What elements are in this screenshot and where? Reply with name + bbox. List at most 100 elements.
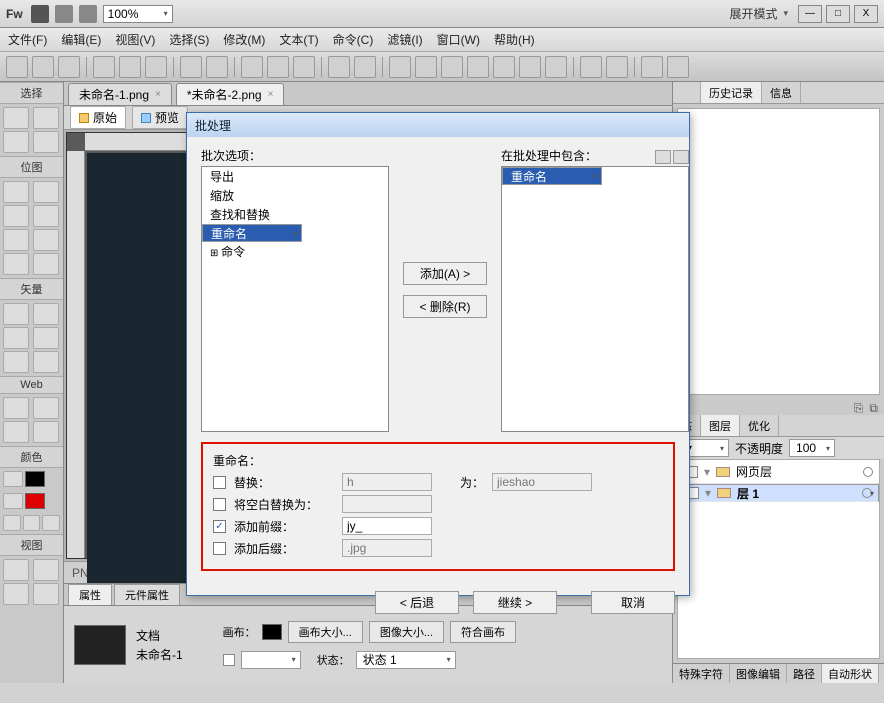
tab-layers[interactable]: 图层 [701,415,740,436]
tab-special-chars[interactable]: 特殊字符 [673,664,730,683]
document-tab[interactable]: *未命名-2.png × [176,83,285,105]
new-icon[interactable] [6,56,28,78]
replace-checkbox[interactable] [213,476,226,489]
brush-tool-icon[interactable] [33,205,59,227]
rect-tool-icon[interactable] [3,327,29,349]
document-tab[interactable]: 未命名-1.png × [68,83,172,105]
close-icon[interactable]: × [268,89,274,100]
redo-icon[interactable] [206,56,228,78]
add-button[interactable]: 添加(A) > [403,262,487,285]
menu-edit[interactable]: 编辑(E) [61,31,101,48]
replace-to-input[interactable] [492,473,592,491]
paste-icon[interactable] [293,56,315,78]
line-tool-icon[interactable] [3,303,29,325]
crop-tool-icon[interactable] [33,131,59,153]
list-item[interactable]: 导出 [202,167,388,186]
menu-window[interactable]: 窗口(W) [437,31,480,48]
align4-icon[interactable] [467,56,489,78]
back-button[interactable]: < 后退 [375,591,459,614]
menu-view[interactable]: 视图(V) [115,31,155,48]
freeform-tool-icon[interactable] [3,351,29,373]
align5-icon[interactable] [493,56,515,78]
rotate-ccw-icon[interactable] [641,56,663,78]
cancel-button[interactable]: 取消 [591,591,675,614]
copy-icon[interactable] [267,56,289,78]
replace-from-input[interactable] [342,473,432,491]
flip-v-icon[interactable] [606,56,628,78]
subselect-tool-icon[interactable] [33,107,59,129]
wand-tool-icon[interactable] [3,205,29,227]
marquee-tool-icon[interactable] [3,181,29,203]
layer-target-icon[interactable] [863,467,873,477]
panel-collapse-icon[interactable] [673,82,701,103]
text-tool-icon[interactable] [33,327,59,349]
print-icon[interactable] [145,56,167,78]
list-item[interactable]: 重命名 [202,224,302,242]
hide-slice-icon[interactable] [3,421,29,443]
pencil-tool-icon[interactable] [3,229,29,251]
slice-tool-icon[interactable] [33,397,59,419]
menu-help[interactable]: 帮助(H) [494,31,535,48]
history-panel-body[interactable] [677,108,880,395]
blank-input[interactable] [342,495,432,513]
pointer-tool-icon[interactable] [3,107,29,129]
suffix-checkbox[interactable] [213,542,226,555]
dialog-title-bar[interactable]: 批处理 [187,113,689,137]
group-icon[interactable] [328,56,350,78]
replay-step-icon[interactable]: ⧉ [869,401,878,413]
prefix-input[interactable] [342,517,432,535]
tab-symbol-properties[interactable]: 元件属性 [114,584,180,605]
menu-filters[interactable]: 滤镜(I) [387,31,422,48]
no-color-icon[interactable] [23,515,41,531]
prefix-checkbox[interactable]: ✓ [213,520,226,533]
blur-tool-icon[interactable] [3,253,29,275]
stamp-tool-icon[interactable] [33,253,59,275]
zoom-tool-icon[interactable] [33,583,59,605]
list-item[interactable]: 重命名 [502,167,602,185]
tab-history[interactable]: 历史记录 [701,82,762,103]
list-item[interactable]: 命令 [202,242,388,261]
move-up-icon[interactable] [655,150,671,164]
list-item[interactable]: 缩放 [202,186,388,205]
menu-file[interactable]: 文件(F) [8,31,47,48]
window-minimize-button[interactable]: — [798,5,822,23]
zoom-select[interactable]: 100% [103,5,173,23]
layer-target-icon[interactable] [862,488,872,498]
menu-modify[interactable]: 修改(M) [223,31,265,48]
zoom-icon[interactable] [79,5,97,23]
stroke-swatch[interactable] [25,471,45,487]
next-button[interactable]: 继续 > [473,591,557,614]
align7-icon[interactable] [545,56,567,78]
undo-icon[interactable] [180,56,202,78]
lasso-tool-icon[interactable] [33,181,59,203]
hotspot-tool-icon[interactable] [3,397,29,419]
tab-properties[interactable]: 属性 [68,584,112,605]
swap-colors-icon[interactable] [42,515,60,531]
knife-tool-icon[interactable] [33,351,59,373]
layer-row[interactable]: ▾ 网页层 [678,460,879,484]
copy-step-icon[interactable]: ⎘ [854,401,864,413]
hand-tool-icon[interactable] [3,583,29,605]
ungroup-icon[interactable] [354,56,376,78]
normal-view-icon[interactable] [3,559,29,581]
window-maximize-button[interactable]: □ [826,5,850,23]
canvas-color-chip[interactable] [262,624,282,640]
show-slice-icon[interactable] [33,421,59,443]
import-icon[interactable] [93,56,115,78]
list-item[interactable]: 查找和替换 [202,205,388,224]
tab-path[interactable]: 路径 [787,664,822,683]
export-icon[interactable] [119,56,141,78]
link-select[interactable] [241,651,301,669]
layer-row[interactable]: ▾ 层 1 [678,484,879,502]
eraser-tool-icon[interactable] [33,229,59,251]
batch-options-list[interactable]: 导出 缩放 查找和替换 重命名 命令 [201,166,389,432]
menu-commands[interactable]: 命令(C) [333,31,374,48]
state-select[interactable]: 状态 1 [356,651,456,669]
cut-icon[interactable] [241,56,263,78]
align6-icon[interactable] [519,56,541,78]
remove-button[interactable]: < 删除(R) [403,295,487,318]
link-icon[interactable] [223,654,235,666]
open-icon[interactable] [32,56,54,78]
move-down-icon[interactable] [673,150,689,164]
save-icon[interactable] [58,56,80,78]
